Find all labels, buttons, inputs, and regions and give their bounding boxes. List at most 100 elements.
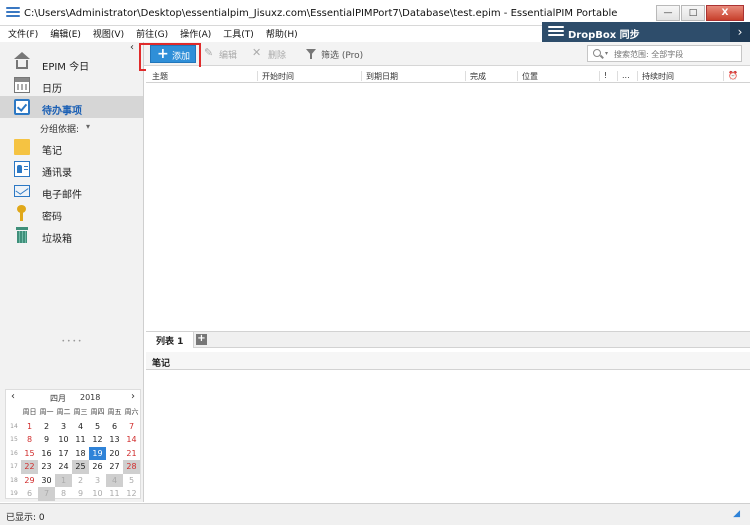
calendar-day[interactable]: 8 <box>21 433 38 447</box>
calendar-day[interactable]: 13 <box>106 433 123 447</box>
menu-view[interactable]: 视图(V) <box>93 27 124 40</box>
chevron-down-icon[interactable]: ▾ <box>605 50 608 57</box>
minimize-button[interactable]: — <box>656 5 680 21</box>
calendar-day[interactable]: 27 <box>106 460 123 474</box>
calendar-day[interactable]: 5 <box>89 420 106 434</box>
search-icon <box>593 49 601 57</box>
sidebar-splitter[interactable]: • • • • <box>0 339 143 345</box>
key-icon <box>14 205 30 221</box>
calendar-day[interactable]: 22 <box>21 460 38 474</box>
calendar-day[interactable]: 25 <box>72 460 89 474</box>
sidebar-item-notes[interactable]: 笔记 <box>0 136 143 158</box>
calendar-day[interactable]: 7 <box>38 487 55 501</box>
sidebar-item-label: EPIM 今日 <box>42 62 90 73</box>
calendar-day[interactable]: 18 <box>72 447 89 461</box>
calendar-day[interactable]: 1 <box>55 473 72 487</box>
calendar-day[interactable]: 3 <box>89 474 106 488</box>
menu-file[interactable]: 文件(F) <box>8 27 38 40</box>
column-priority[interactable]: ! <box>600 71 618 81</box>
weekday-header: 周五 <box>107 408 122 416</box>
group-by-selector[interactable]: 分组依据: ▾ <box>0 118 143 136</box>
week-number: 14 <box>10 422 18 430</box>
column-duration[interactable]: 持续时间 <box>638 71 724 81</box>
task-list[interactable] <box>146 84 750 330</box>
tab-list-1[interactable]: 列表 1 <box>146 332 195 348</box>
calendar-day[interactable]: 21 <box>123 447 140 461</box>
calendar-day[interactable]: 12 <box>123 487 140 501</box>
calendar-day[interactable]: 4 <box>106 473 123 487</box>
calendar-day[interactable]: 20 <box>106 447 123 461</box>
calendar-day[interactable]: 29 <box>21 474 38 488</box>
dropbox-sync-button[interactable]: DropBox 同步 › <box>542 22 750 42</box>
notes-title: 笔记 <box>152 359 171 369</box>
calendar-day[interactable]: 8 <box>55 487 72 501</box>
column-due-date[interactable]: 到期日期 <box>362 71 466 81</box>
calendar-day[interactable]: 23 <box>38 460 55 474</box>
sidebar-item-calendar[interactable]: 日历 <box>0 74 143 96</box>
add-tab-button[interactable]: + <box>196 334 207 345</box>
chevron-down-icon[interactable]: ▾ <box>86 122 90 131</box>
menu-go[interactable]: 前往(G) <box>136 27 168 40</box>
calendar-icon <box>14 77 30 93</box>
column-complete[interactable]: 完成 <box>466 71 518 81</box>
weekday-header: 周三 <box>73 408 88 416</box>
calendar-day[interactable]: 28 <box>123 460 140 474</box>
notes-editor[interactable] <box>146 370 750 502</box>
column-location[interactable]: 位置 <box>518 71 600 81</box>
calendar-day[interactable]: 19 <box>89 446 106 460</box>
sidebar-item-trash[interactable]: 垃圾箱 <box>0 224 143 246</box>
column-start-time[interactable]: 开始时间 <box>258 71 362 81</box>
calendar-day[interactable]: 2 <box>38 420 55 434</box>
calendar-day[interactable]: 9 <box>38 433 55 447</box>
delete-button[interactable]: 删除 <box>268 48 286 61</box>
calendar-day[interactable]: 11 <box>106 487 123 501</box>
menu-edit[interactable]: 编辑(E) <box>50 27 81 40</box>
chevron-right-icon[interactable]: › <box>131 391 135 402</box>
calendar-month: 四月 <box>50 394 66 403</box>
sidebar-item-contacts[interactable]: 通讯录 <box>0 158 143 180</box>
search-box[interactable]: ▾ <box>587 45 742 62</box>
maximize-button[interactable]: □ <box>681 5 705 21</box>
calendar-day[interactable]: 10 <box>55 433 72 447</box>
calendar-day[interactable]: 30 <box>38 474 55 488</box>
menu-actions[interactable]: 操作(A) <box>180 27 211 40</box>
sidebar-item-passwords[interactable]: 密码 <box>0 202 143 224</box>
edit-button[interactable]: 编辑 <box>219 48 237 61</box>
column-reminder[interactable]: ⏰ <box>724 71 746 81</box>
sidebar-item-email[interactable]: 电子邮件 <box>0 180 143 202</box>
menu-help[interactable]: 帮助(H) <box>266 27 298 40</box>
weekday-header: 周二 <box>56 408 71 416</box>
calendar-day[interactable]: 14 <box>123 433 140 447</box>
column-more[interactable]: ... <box>618 71 638 81</box>
calendar-day[interactable]: 6 <box>106 420 123 434</box>
pencil-icon: ✎ <box>204 46 214 59</box>
calendar-day[interactable]: 10 <box>89 487 106 501</box>
chevron-left-icon[interactable]: ‹ <box>11 391 15 402</box>
calendar-day[interactable]: 15 <box>21 447 38 461</box>
sidebar-item-label: 笔记 <box>42 146 62 157</box>
calendar-day[interactable]: 5 <box>123 474 140 488</box>
calendar-day[interactable]: 26 <box>89 460 106 474</box>
search-input[interactable] <box>614 48 739 60</box>
calendar-day[interactable]: 3 <box>55 420 72 434</box>
sidebar-item-todo[interactable]: 待办事项 <box>0 96 143 118</box>
close-button[interactable]: X <box>706 5 744 21</box>
calendar-day[interactable]: 2 <box>72 474 89 488</box>
calendar-day[interactable]: 4 <box>72 420 89 434</box>
calendar-day[interactable]: 6 <box>21 487 38 501</box>
calendar-day[interactable]: 24 <box>55 460 72 474</box>
calendar-day[interactable]: 1 <box>21 420 38 434</box>
calendar-day[interactable]: 7 <box>123 420 140 434</box>
calendar-day[interactable]: 17 <box>55 447 72 461</box>
calendar-week-row: 15 8 9 10 11 12 13 14 <box>7 433 140 447</box>
chevron-right-icon[interactable]: › <box>730 22 750 42</box>
filter-button[interactable]: 筛选 (Pro) <box>321 48 363 61</box>
column-subject[interactable]: 主题 <box>148 71 258 81</box>
resize-grip-icon[interactable]: ◢ <box>733 509 740 519</box>
calendar-day[interactable]: 9 <box>72 487 89 501</box>
menu-tools[interactable]: 工具(T) <box>223 27 254 40</box>
calendar-day[interactable]: 11 <box>72 433 89 447</box>
calendar-day[interactable]: 16 <box>38 447 55 461</box>
calendar-day[interactable]: 12 <box>89 433 106 447</box>
sidebar-item-epim-today[interactable]: EPIM 今日 <box>0 52 143 74</box>
